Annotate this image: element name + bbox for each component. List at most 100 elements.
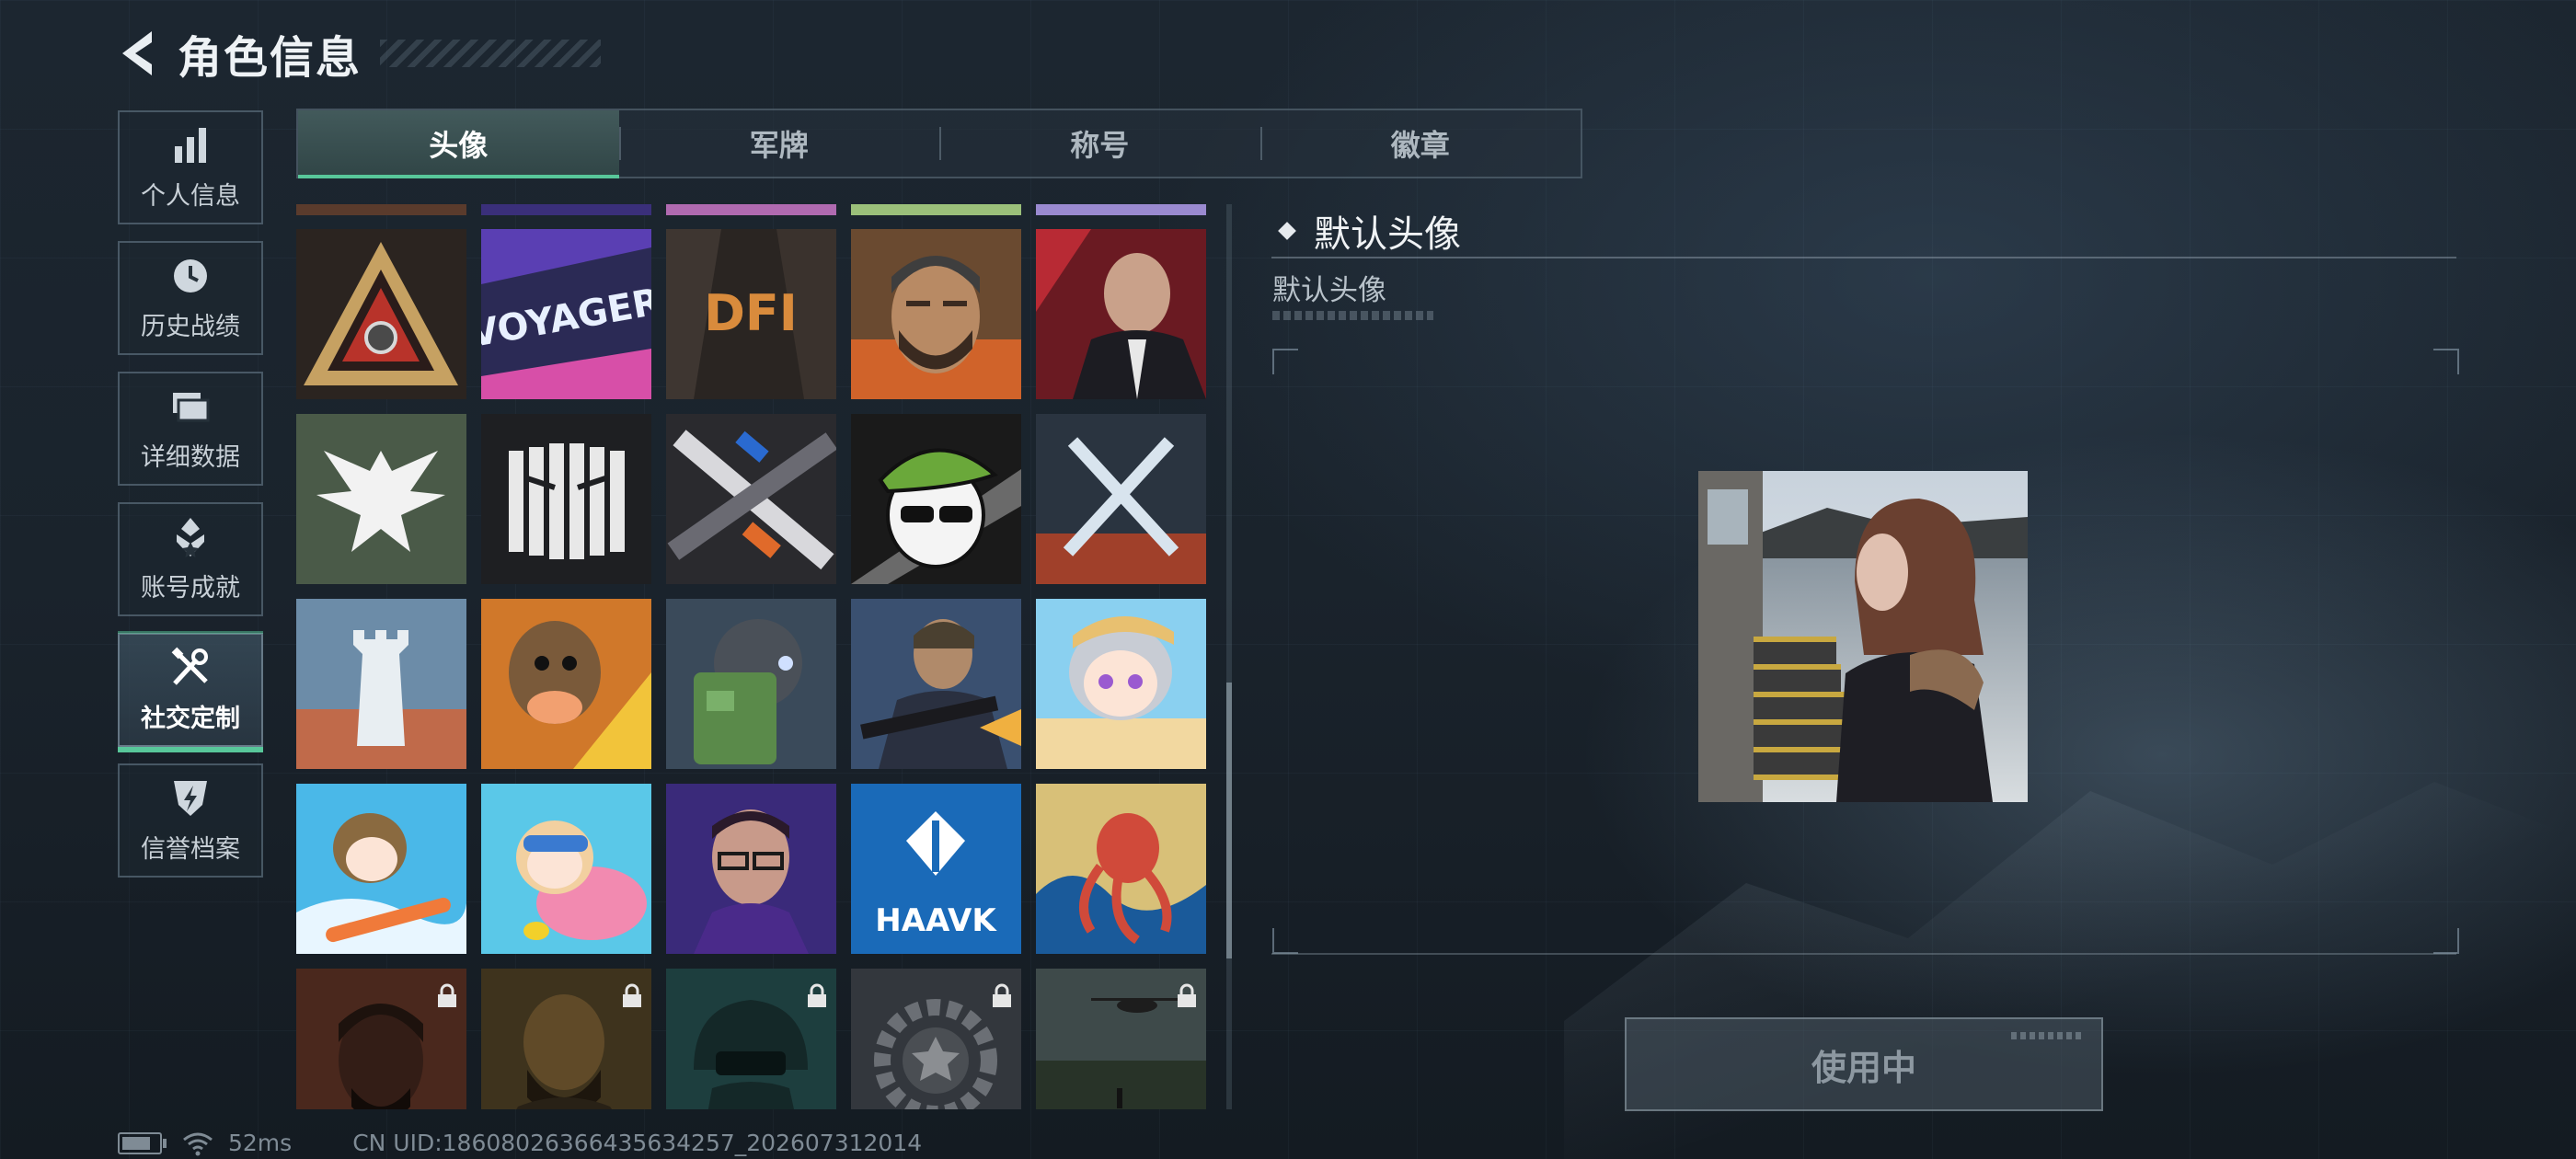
svg-text:DFI: DFI xyxy=(704,284,798,342)
avatar-tile-rifles[interactable] xyxy=(666,414,836,584)
avatar-tile-operator-headset[interactable] xyxy=(296,969,466,1109)
bar-chart-icon xyxy=(175,127,206,163)
tab-bar: 头像 军牌 称号 徽章 xyxy=(296,109,1582,178)
sidebar: 个人信息 历史战绩 详细数据 账号成就 社交定制 信誉档案 xyxy=(118,110,265,894)
lock-icon xyxy=(438,983,456,1007)
title-decoration xyxy=(380,40,602,67)
sidebar-item-achievements[interactable]: 账号成就 xyxy=(118,502,263,616)
chibi-beach-icon xyxy=(1036,599,1206,769)
suit-man-icon xyxy=(1036,229,1206,399)
chibi-flamingo-icon xyxy=(481,784,651,954)
green-robot-icon xyxy=(666,599,836,769)
frame-corner xyxy=(2433,349,2459,374)
lock-icon xyxy=(993,983,1011,1007)
sidebar-item-label: 账号成就 xyxy=(141,573,240,602)
avatar-tile-chibi-flamingo[interactable] xyxy=(481,784,651,954)
sidebar-item-social-custom[interactable]: 社交定制 xyxy=(118,631,263,752)
avatar-tile-green-robot[interactable] xyxy=(666,599,836,769)
back-arrow-icon[interactable] xyxy=(115,26,161,81)
sidebar-item-label: 社交定制 xyxy=(141,704,240,733)
graffiti-icon: VOYAGER xyxy=(481,229,651,399)
avatar-tile-glasses-man[interactable] xyxy=(666,784,836,954)
avatar-tile-octopus[interactable] xyxy=(1036,784,1206,954)
avatar-tile-haavk[interactable]: HAAVK xyxy=(851,784,1021,954)
frame-corner xyxy=(1272,349,1298,374)
lock-icon xyxy=(623,983,641,1007)
diamond-bullet-icon xyxy=(1278,222,1296,240)
avatar-tile-partial[interactable] xyxy=(1036,204,1206,215)
sidebar-item-label: 信誉档案 xyxy=(141,834,240,864)
avatar-tile-gear-star[interactable] xyxy=(851,969,1021,1109)
avatar-tile-suit-man[interactable] xyxy=(1036,229,1206,399)
shield-bolt-icon xyxy=(174,780,207,816)
avatar-tile-voyager[interactable]: VOYAGER xyxy=(481,229,651,399)
avatar-tile-partial[interactable] xyxy=(296,204,466,215)
achievement-icon xyxy=(177,517,204,557)
button-decoration xyxy=(2011,1032,2085,1039)
frame-corner xyxy=(2433,928,2459,954)
in-use-button[interactable]: 使用中 xyxy=(1625,1017,2103,1111)
battery-icon xyxy=(118,1131,167,1154)
avatar-grid-scrollbar[interactable] xyxy=(1226,204,1232,1109)
rifles-icon xyxy=(666,414,836,584)
tab-dogtag[interactable]: 军牌 xyxy=(618,110,940,177)
sidebar-item-history[interactable]: 历史战绩 xyxy=(118,241,263,355)
sidebar-item-personal-info[interactable]: 个人信息 xyxy=(118,110,263,224)
page-title: 角色信息 xyxy=(178,32,362,84)
tab-title[interactable]: 称号 xyxy=(939,110,1260,177)
avatar-tile-delta-triangle[interactable] xyxy=(296,229,466,399)
avatar-tile-bald-operator[interactable] xyxy=(481,969,651,1109)
tools-wrench-icon xyxy=(171,647,208,685)
detail-decoration xyxy=(1272,311,1433,320)
avatar-tile-partial[interactable] xyxy=(666,204,836,215)
tab-badge[interactable]: 徽章 xyxy=(1259,110,1581,177)
svg-text:HAAVK: HAAVK xyxy=(875,902,997,939)
sidebar-item-credit[interactable]: 信誉档案 xyxy=(118,763,263,878)
ping-text: 52ms xyxy=(228,1130,293,1156)
barcode-face-icon xyxy=(481,414,651,584)
avatar-tile-barcode[interactable] xyxy=(481,414,651,584)
avatar-tile-crossed-knives[interactable] xyxy=(1036,414,1206,584)
wifi-icon xyxy=(183,1132,213,1155)
folder-stack-icon xyxy=(173,392,210,421)
lock-icon xyxy=(808,983,826,1007)
avatar-tile-bearded-operator[interactable] xyxy=(851,229,1021,399)
soldier-gun-icon xyxy=(851,599,1021,769)
avatar-preview-image xyxy=(1698,471,2028,802)
avatar-tile-dfi[interactable]: DFI xyxy=(666,229,836,399)
avatar-tile-partial[interactable] xyxy=(481,204,651,215)
avatar-tile-helicopter-field[interactable] xyxy=(1036,969,1206,1109)
tower-icon xyxy=(296,599,466,769)
triangle-emblem-icon xyxy=(296,229,466,399)
portrait-photo-icon xyxy=(1698,471,2028,802)
detail-title: 默认头像 xyxy=(1314,213,1461,256)
avatar-grid-partial-row xyxy=(296,204,1206,215)
detail-subtitle: 默认头像 xyxy=(1272,274,1386,307)
dfi-logo-icon: DFI xyxy=(666,229,836,399)
avatar-tile-chibi-surfer[interactable] xyxy=(296,784,466,954)
status-bar: 52ms CN UID:18608026366435634257_2026073… xyxy=(118,1130,922,1156)
tab-avatar[interactable]: 头像 xyxy=(298,110,619,178)
avatar-tile-tower[interactable] xyxy=(296,599,466,769)
octopus-wave-icon xyxy=(1036,784,1206,954)
operator-portrait-icon xyxy=(851,229,1021,399)
page-header: 角色信息 xyxy=(115,20,602,86)
in-use-button-label: 使用中 xyxy=(1811,1047,1916,1088)
avatar-tile-beret-skull[interactable] xyxy=(851,414,1021,584)
avatar-tile-brawler[interactable] xyxy=(481,599,651,769)
crossed-knives-icon xyxy=(1036,414,1206,584)
avatar-tile-chibi-beach[interactable] xyxy=(1036,599,1206,769)
sidebar-item-details[interactable]: 详细数据 xyxy=(118,372,263,486)
avatar-tile-helmet-soldier[interactable] xyxy=(666,969,836,1109)
scrollbar-thumb[interactable] xyxy=(1226,683,1232,958)
avatar-grid: VOYAGER DFI HAAVK xyxy=(296,204,1216,1109)
cartoon-brawler-icon xyxy=(481,599,651,769)
glasses-man-icon xyxy=(666,784,836,954)
haavk-logo-icon: HAAVK xyxy=(851,784,1021,954)
avatar-tile-partial[interactable] xyxy=(851,204,1021,215)
uid-text: CN UID:18608026366435634257_202607312014 xyxy=(352,1130,923,1156)
avatar-tile-eagle[interactable] xyxy=(296,414,466,584)
lock-icon xyxy=(1178,983,1196,1007)
frame-corner xyxy=(1272,928,1298,954)
avatar-tile-soldier-gun[interactable] xyxy=(851,599,1021,769)
